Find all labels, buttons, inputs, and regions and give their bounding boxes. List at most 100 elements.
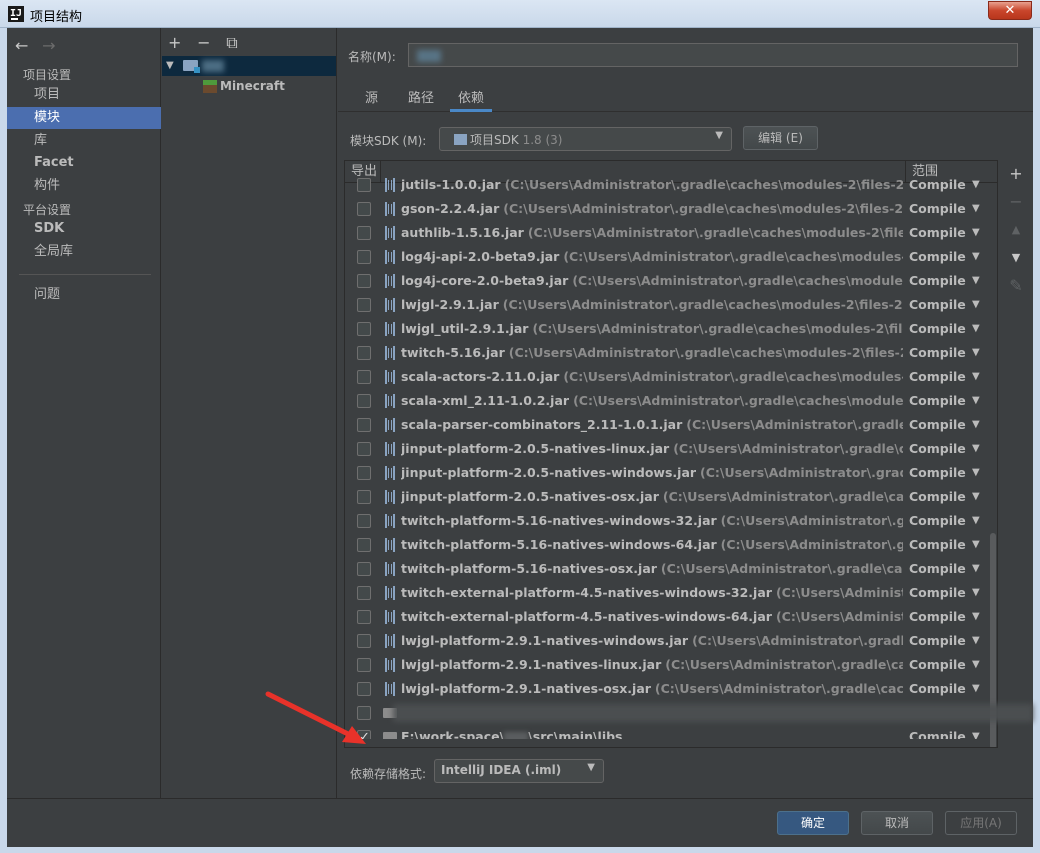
add-icon[interactable]: + bbox=[168, 33, 192, 52]
chevron-down-icon[interactable]: ▼ bbox=[972, 461, 980, 485]
scope-select[interactable]: Compile bbox=[909, 581, 966, 605]
window-close-button[interactable]: ✕ bbox=[988, 1, 1032, 20]
table-row[interactable]: twitch-platform-5.16-natives-osx.jar (C:… bbox=[345, 557, 997, 581]
scope-select[interactable]: Compile bbox=[909, 221, 966, 245]
chevron-down-icon[interactable]: ▼ bbox=[972, 677, 980, 701]
export-checkbox[interactable] bbox=[357, 658, 371, 672]
scope-select[interactable]: Compile bbox=[909, 173, 966, 197]
tab-sources[interactable]: 源 bbox=[365, 89, 378, 112]
table-row[interactable]: twitch-5.16.jar (C:\Users\Administrator\… bbox=[345, 341, 997, 365]
tree-node-minecraft[interactable]: Minecraft bbox=[162, 76, 336, 96]
nav-item-global-libraries[interactable]: 全局库 bbox=[7, 241, 161, 263]
scope-select[interactable]: Compile bbox=[909, 461, 966, 485]
table-row[interactable]: jinput-platform-2.0.5-natives-windows.ja… bbox=[345, 461, 997, 485]
table-row[interactable]: E:\work-space\ \src\main\libs Compile ▼ bbox=[345, 725, 997, 739]
nav-item-project[interactable]: 项目 bbox=[7, 84, 161, 106]
export-checkbox[interactable] bbox=[357, 346, 371, 360]
scope-select[interactable]: Compile bbox=[909, 317, 966, 341]
table-row[interactable]: gson-2.2.4.jar (C:\Users\Administrator\.… bbox=[345, 197, 997, 221]
table-row[interactable]: lwjgl-platform-2.9.1-natives-osx.jar (C:… bbox=[345, 677, 997, 701]
apply-button[interactable]: 应用(A) bbox=[945, 811, 1017, 835]
add-dependency-icon[interactable]: + bbox=[1001, 160, 1031, 188]
tab-dependencies[interactable]: 依赖 bbox=[450, 89, 493, 112]
table-row[interactable]: jinput-platform-2.0.5-natives-linux.jar … bbox=[345, 437, 997, 461]
expand-arrow-icon[interactable]: ▼ bbox=[166, 56, 174, 76]
table-row[interactable]: twitch-platform-5.16-natives-windows-32.… bbox=[345, 509, 997, 533]
scope-select[interactable]: Compile bbox=[909, 197, 966, 221]
nav-item-modules[interactable]: 模块 bbox=[7, 107, 161, 129]
export-checkbox[interactable] bbox=[357, 226, 371, 240]
chevron-down-icon[interactable]: ▼ bbox=[972, 509, 980, 533]
back-arrow-icon[interactable]: ← bbox=[15, 36, 37, 55]
scope-select[interactable]: Compile bbox=[909, 677, 966, 701]
table-row[interactable]: log4j-core-2.0-beta9.jar (C:\Users\Admin… bbox=[345, 269, 997, 293]
chevron-down-icon[interactable]: ▼ bbox=[972, 197, 980, 221]
table-row[interactable]: twitch-platform-5.16-natives-windows-64.… bbox=[345, 533, 997, 557]
tab-paths[interactable]: 路径 bbox=[408, 89, 434, 112]
table-row[interactable]: lwjgl-platform-2.9.1-natives-linux.jar (… bbox=[345, 653, 997, 677]
table-row[interactable]: twitch-external-platform-4.5-natives-win… bbox=[345, 581, 997, 605]
copy-icon[interactable]: ⧉ bbox=[226, 33, 250, 53]
chevron-down-icon[interactable]: ▼ bbox=[972, 221, 980, 245]
chevron-down-icon[interactable]: ▼ bbox=[972, 245, 980, 269]
scope-select[interactable]: Compile bbox=[909, 533, 966, 557]
scope-select[interactable]: Compile bbox=[909, 725, 966, 739]
export-checkbox[interactable] bbox=[357, 322, 371, 336]
table-row[interactable]: scala-parser-combinators_2.11-1.0.1.jar … bbox=[345, 413, 997, 437]
scope-select[interactable]: Compile bbox=[909, 557, 966, 581]
scope-select[interactable]: Compile bbox=[909, 605, 966, 629]
scope-select[interactable]: Compile bbox=[909, 509, 966, 533]
scope-select[interactable]: Compile bbox=[909, 365, 966, 389]
export-checkbox[interactable] bbox=[357, 562, 371, 576]
forward-arrow-icon[interactable]: → bbox=[42, 36, 64, 55]
export-checkbox[interactable] bbox=[357, 202, 371, 216]
nav-item-problems[interactable]: 问题 bbox=[7, 284, 161, 306]
edit-sdk-button[interactable]: 编辑 (E) bbox=[743, 126, 818, 150]
export-checkbox[interactable] bbox=[357, 250, 371, 264]
chevron-down-icon[interactable]: ▼ bbox=[972, 605, 980, 629]
export-checkbox[interactable] bbox=[357, 514, 371, 528]
nav-item-libraries[interactable]: 库 bbox=[7, 130, 161, 152]
export-checkbox[interactable] bbox=[357, 370, 371, 384]
scope-select[interactable]: Compile bbox=[909, 269, 966, 293]
chevron-down-icon[interactable]: ▼ bbox=[972, 437, 980, 461]
chevron-down-icon[interactable]: ▼ bbox=[972, 557, 980, 581]
export-checkbox[interactable] bbox=[357, 610, 371, 624]
scope-select[interactable]: Compile bbox=[909, 485, 966, 509]
chevron-down-icon[interactable]: ▼ bbox=[972, 581, 980, 605]
move-up-icon[interactable]: ▲ bbox=[1001, 216, 1031, 244]
export-checkbox[interactable] bbox=[357, 442, 371, 456]
chevron-down-icon[interactable]: ▼ bbox=[972, 629, 980, 653]
table-row[interactable]: jinput-platform-2.0.5-natives-osx.jar (C… bbox=[345, 485, 997, 509]
table-row[interactable]: scala-actors-2.11.0.jar (C:\Users\Admini… bbox=[345, 365, 997, 389]
ok-button[interactable]: 确定 bbox=[777, 811, 849, 835]
chevron-down-icon[interactable]: ▼ bbox=[972, 533, 980, 557]
chevron-down-icon[interactable]: ▼ bbox=[972, 485, 980, 509]
scope-select[interactable]: Compile bbox=[909, 413, 966, 437]
scope-select[interactable]: Compile bbox=[909, 341, 966, 365]
module-name-field[interactable] bbox=[408, 43, 1018, 67]
scope-select[interactable]: Compile bbox=[909, 653, 966, 677]
remove-icon[interactable]: − bbox=[197, 33, 221, 52]
export-checkbox[interactable] bbox=[357, 490, 371, 504]
table-scrollbar[interactable] bbox=[989, 183, 997, 747]
export-checkbox[interactable] bbox=[357, 586, 371, 600]
chevron-down-icon[interactable]: ▼ bbox=[972, 293, 980, 317]
move-down-icon[interactable]: ▼ bbox=[1001, 244, 1031, 272]
export-checkbox[interactable] bbox=[357, 298, 371, 312]
cancel-button[interactable]: 取消 bbox=[861, 811, 933, 835]
remove-dependency-icon[interactable]: − bbox=[1001, 188, 1031, 216]
chevron-down-icon[interactable]: ▼ bbox=[972, 413, 980, 437]
table-row[interactable]: scala-xml_2.11-1.0.2.jar (C:\Users\Admin… bbox=[345, 389, 997, 413]
nav-item-facet[interactable]: Facet bbox=[7, 152, 161, 174]
chevron-down-icon[interactable]: ▼ bbox=[972, 725, 980, 739]
scope-select[interactable]: Compile bbox=[909, 389, 966, 413]
storage-format-select[interactable]: IntelliJ IDEA (.iml) ▼ bbox=[434, 759, 604, 783]
scope-select[interactable]: Compile bbox=[909, 629, 966, 653]
export-checkbox[interactable] bbox=[357, 394, 371, 408]
export-checkbox[interactable] bbox=[357, 178, 371, 192]
chevron-down-icon[interactable]: ▼ bbox=[972, 341, 980, 365]
chevron-down-icon[interactable]: ▼ bbox=[972, 173, 980, 197]
export-checkbox[interactable] bbox=[357, 418, 371, 432]
table-row[interactable]: lwjgl-platform-2.9.1-natives-windows.jar… bbox=[345, 629, 997, 653]
